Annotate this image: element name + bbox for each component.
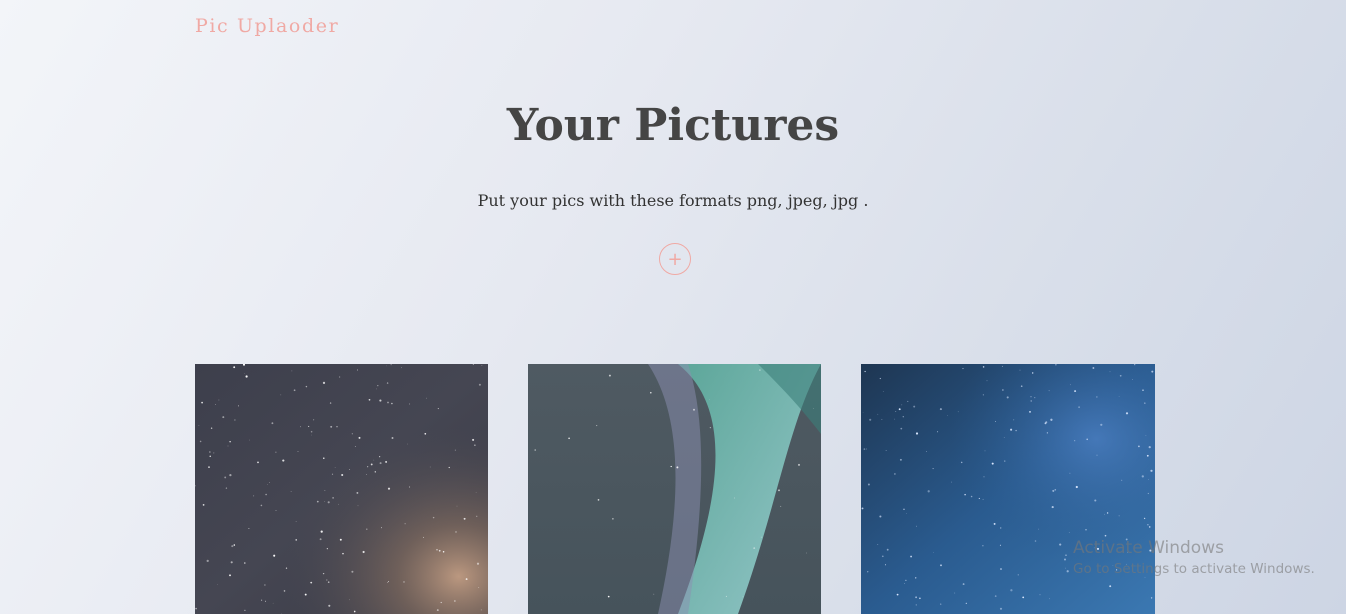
page-subtitle: Put your pics with these formats png, jp… [477, 191, 869, 210]
picture-card-aurora[interactable] [528, 364, 821, 614]
aurora-image [528, 364, 821, 614]
watermark-subtitle: Go to Settings to activate Windows. [1073, 561, 1315, 577]
picture-card-milky-way[interactable] [195, 364, 488, 614]
milky-way-image [195, 364, 488, 614]
windows-activation-watermark: Activate Windows Go to Settings to activ… [1073, 538, 1315, 577]
add-picture-button[interactable]: + [659, 243, 691, 275]
page-title: Your Pictures [506, 100, 840, 151]
watermark-title: Activate Windows [1073, 538, 1224, 558]
plus-icon: + [667, 248, 683, 270]
brand-logo[interactable]: Pic Uplaoder [195, 15, 339, 37]
